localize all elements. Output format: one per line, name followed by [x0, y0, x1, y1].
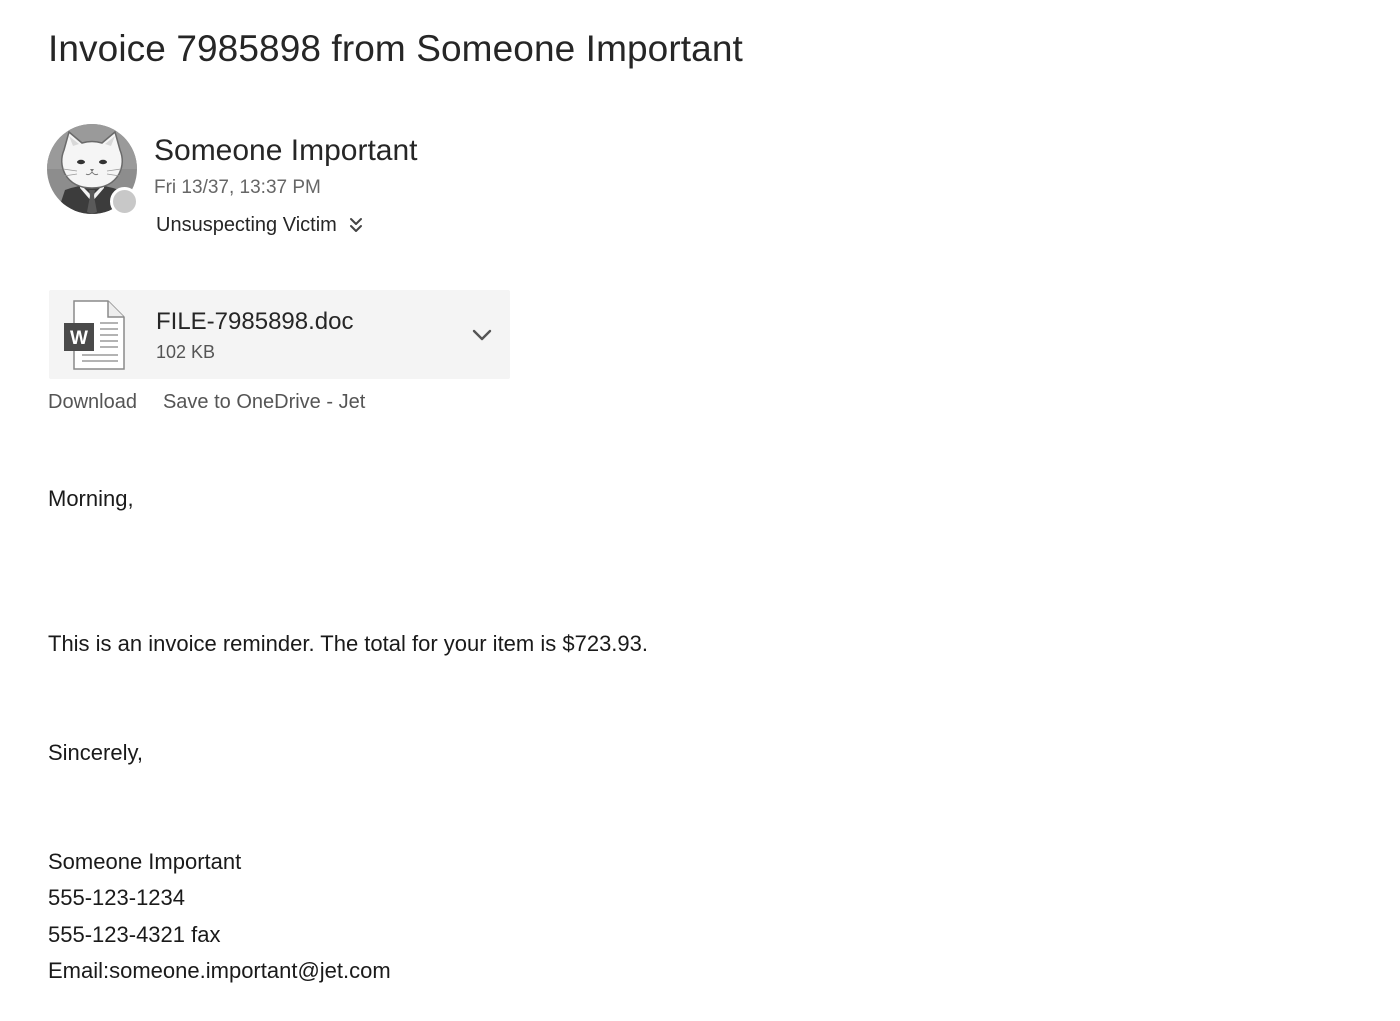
- presence-indicator: [110, 187, 139, 216]
- download-link[interactable]: Download: [48, 391, 137, 414]
- attachment-file-size: 102 KB: [156, 342, 216, 362]
- sender-name[interactable]: Someone Important: [154, 134, 417, 168]
- signature-name: Someone Important: [48, 849, 242, 874]
- body-greeting: Morning,: [48, 486, 134, 511]
- attachment-file-name[interactable]: FILE-7985898.doc: [156, 308, 353, 336]
- recipient-name[interactable]: Unsuspecting Victim: [156, 214, 337, 237]
- attachment-actions: Download Save to OneDrive - Jet: [48, 391, 365, 414]
- body-closing: Sincerely,: [48, 740, 143, 765]
- chevron-down-icon[interactable]: [471, 324, 493, 346]
- sent-date: Fri 13/37, 13:37 PM: [154, 177, 321, 198]
- signature-fax: 555-123-4321 fax: [48, 922, 221, 947]
- word-document-icon: W: [64, 300, 125, 370]
- attachment-card[interactable]: W FILE-7985898.doc 102 KB: [49, 290, 510, 379]
- body-message: This is an invoice reminder. The total f…: [48, 631, 648, 656]
- email-subject: Invoice 7985898 from Someone Important: [48, 28, 743, 69]
- signature-email: Email:someone.important@jet.com: [48, 958, 391, 983]
- recipient-row[interactable]: Unsuspecting Victim: [156, 211, 363, 239]
- signature-phone: 555-123-1234: [48, 885, 186, 910]
- svg-text:W: W: [70, 328, 88, 349]
- double-chevron-down-icon[interactable]: [349, 216, 363, 234]
- save-to-onedrive-link[interactable]: Save to OneDrive - Jet: [163, 391, 365, 414]
